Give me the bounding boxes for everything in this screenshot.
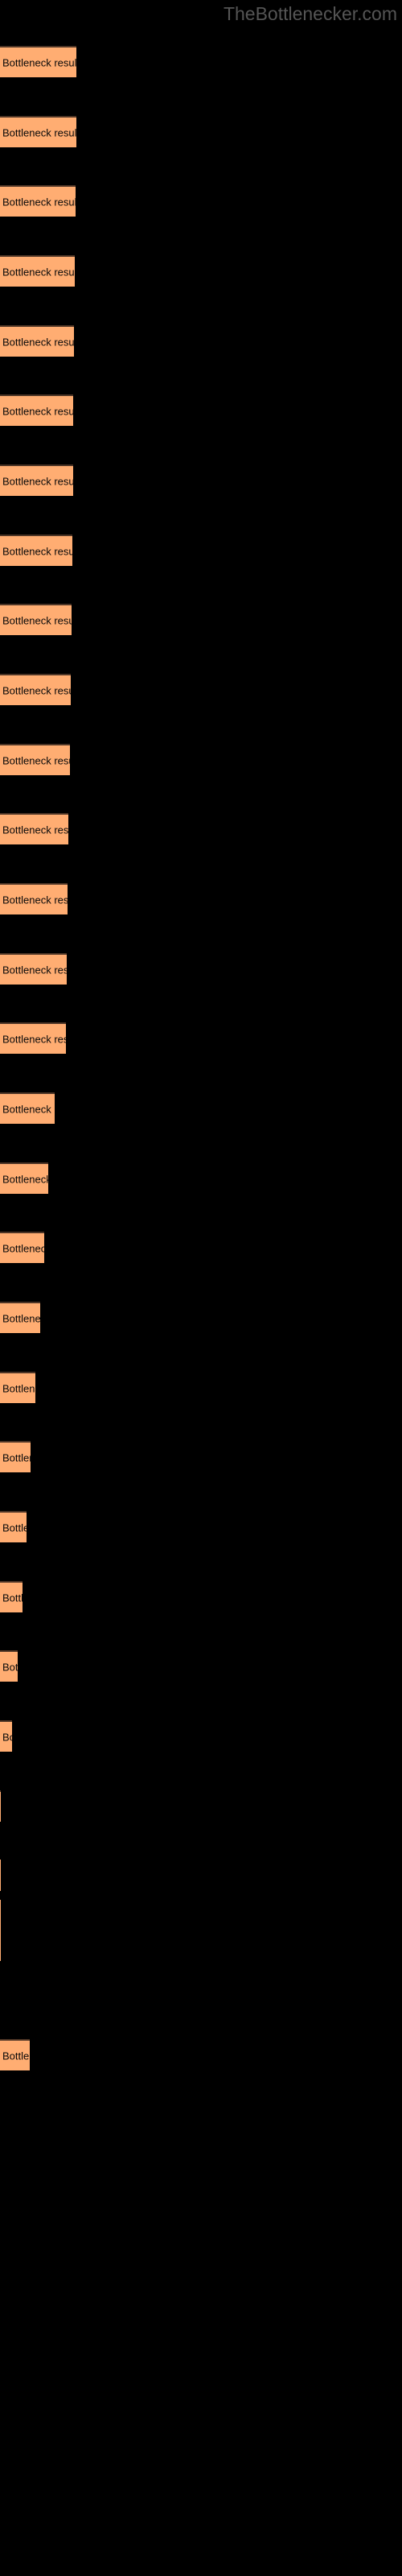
bar-label: Bottleneck result — [2, 1033, 66, 1045]
bar-segment: Bottleneck result — [0, 46, 76, 77]
bar-row: Bottleneck result — [0, 744, 70, 775]
bar-row: Bottleneck result — [0, 953, 67, 985]
bar-segment: Bottleneck result — [0, 1511, 27, 1542]
bar-label: Bottleneck result — [2, 614, 72, 626]
bar-row: Bottleneck result — [0, 883, 68, 914]
bar-row: Bottleneck result — [0, 604, 72, 635]
bar-row: Bottleneck result — [0, 1302, 40, 1333]
bar-segment: Bottleneck result — [0, 1900, 1, 1931]
bar-segment: Bottleneck result — [0, 394, 73, 426]
bar-segment: Bottleneck result — [0, 883, 68, 914]
bar-row: Bottleneck result — [0, 185, 76, 217]
bar-label: Bottleneck result — [2, 1173, 48, 1185]
bar-segment: Bottleneck result — [0, 464, 73, 496]
bar-label: Bottleneck result — [2, 405, 73, 417]
bar-label: Bottleneck result — [2, 1382, 35, 1394]
bar-label: Bottleneck result — [2, 1451, 31, 1463]
bar-segment: Bottleneck result — [0, 1302, 40, 1333]
bar-label: Bottleneck result — [2, 336, 74, 348]
bar-row: Bottleneck result — [0, 1162, 48, 1194]
bar-row: Bottleneck result — [0, 464, 73, 496]
bar-label: Bottleneck result — [2, 196, 76, 208]
bar-row: Bottleneck result — [0, 1720, 12, 1752]
bar-row: Bottleneck result — [0, 674, 71, 705]
bar-segment: Bottleneck result — [0, 2039, 30, 2070]
bar-segment: Bottleneck result — [0, 185, 76, 217]
bar-label: Bottleneck result — [2, 1731, 12, 1743]
bar-row: Bottleneck result — [0, 1441, 31, 1472]
bar-row: Bottleneck result — [0, 325, 74, 357]
bar-segment: Bottleneck result — [0, 116, 76, 147]
bar-segment: Bottleneck result — [0, 674, 71, 705]
bar-row: Bottleneck result — [0, 255, 75, 287]
bar-row: Bottleneck result — [0, 116, 76, 147]
bar-row: Bottleneck result — [0, 813, 68, 844]
bar-segment: Bottleneck result — [0, 1790, 1, 1822]
bar-label: Bottleneck result — [2, 126, 76, 138]
bar-row: Bottleneck result — [0, 1092, 55, 1124]
bar-row: Bottleneck result — [0, 535, 72, 566]
bar-segment: Bottleneck result — [0, 1162, 48, 1194]
bar-label: Bottleneck result — [2, 684, 71, 696]
bar-row: Bottleneck result — [0, 2039, 30, 2070]
bar-label: Bottleneck result — [2, 894, 68, 906]
bar-segment: Bottleneck result — [0, 1860, 1, 1891]
bar-label: Bottleneck result — [2, 1312, 40, 1324]
bar-label: Bottleneck result — [2, 1103, 55, 1115]
bar-row: Bottleneck result — [0, 1022, 66, 1054]
bar-segment: Bottleneck result — [0, 325, 74, 357]
bar-segment: Bottleneck result — [0, 1372, 35, 1403]
bar-segment: Bottleneck result — [0, 1720, 12, 1752]
bar-row: Bottleneck result — [0, 46, 76, 77]
bar-segment: Bottleneck result — [0, 1930, 1, 1961]
bar-segment: Bottleneck result — [0, 1441, 31, 1472]
bar-label: Bottleneck result — [2, 824, 68, 836]
bar-segment: Bottleneck result — [0, 1022, 66, 1054]
bar-row: Bottleneck result — [0, 394, 73, 426]
bar-label: Bottleneck result — [2, 964, 67, 976]
bar-segment: Bottleneck result — [0, 1092, 55, 1124]
bar-label: Bottleneck result — [2, 56, 76, 68]
bar-label: Bottleneck result — [2, 1591, 23, 1604]
bar-label: Bottleneck result — [2, 754, 70, 766]
bar-label: Bottleneck result — [2, 266, 75, 278]
bar-row: Bottleneck result — [0, 1581, 23, 1612]
bar-label: Bottleneck result — [2, 1242, 44, 1254]
bar-label: Bottleneck result — [2, 1521, 27, 1534]
bar-segment: Bottleneck result — [0, 535, 72, 566]
bar-row: Bottleneck result — [0, 1372, 35, 1403]
bottleneck-bar-chart: Bottleneck result Bottleneck result Bottle… — [0, 0, 402, 2576]
bar-row: Bottleneck result — [0, 1650, 18, 1682]
bar-row: Bottleneck result — [0, 1790, 1, 1822]
bar-segment: Bottleneck result — [0, 744, 70, 775]
bar-segment: Bottleneck result — [0, 1581, 23, 1612]
bar-label: Bottleneck result — [2, 545, 72, 557]
bar-label: Bottleneck result — [2, 475, 73, 487]
bar-segment: Bottleneck result — [0, 953, 67, 985]
bar-segment: Bottleneck result — [0, 1232, 44, 1263]
bar-segment: Bottleneck result — [0, 1650, 18, 1682]
bar-row: Bottleneck result — [0, 1511, 27, 1542]
bar-label: Bottleneck result — [2, 2050, 30, 2062]
bar-segment: Bottleneck result — [0, 813, 68, 844]
bar-row: Bottleneck result — [0, 1232, 44, 1263]
bar-segment: Bottleneck result — [0, 255, 75, 287]
bar-label: Bottleneck result — [2, 1661, 18, 1673]
bar-segment: Bottleneck result — [0, 604, 72, 635]
